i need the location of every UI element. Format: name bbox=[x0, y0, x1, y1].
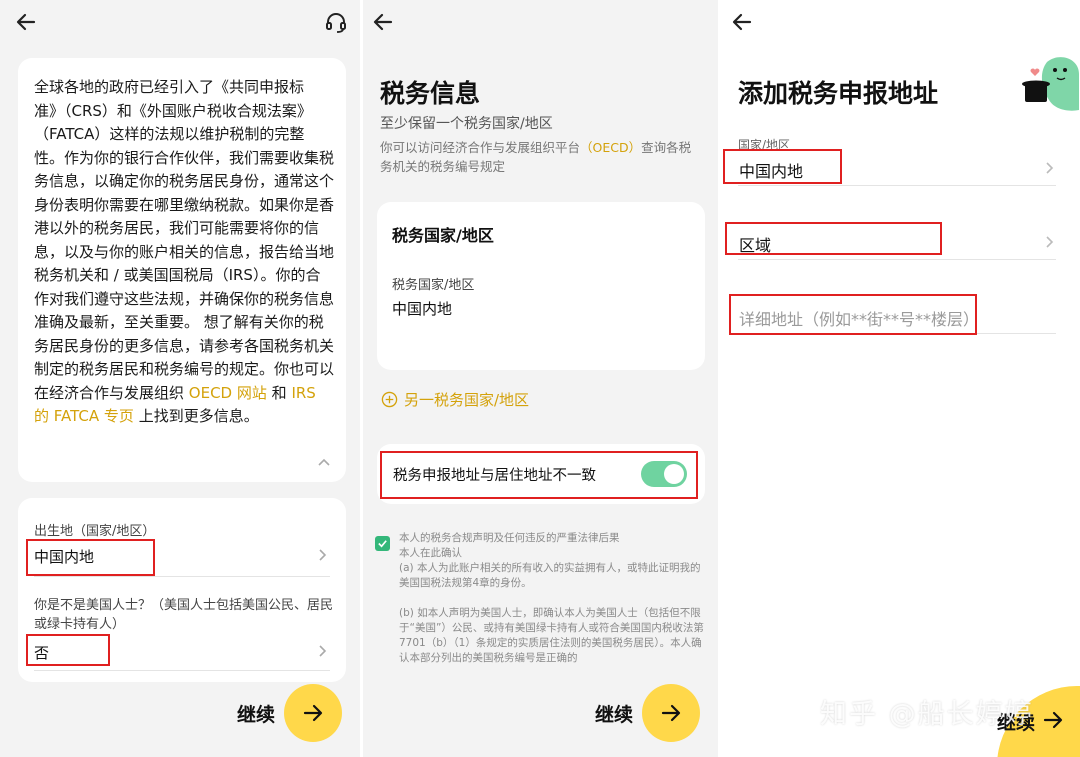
back-arrow-icon[interactable] bbox=[371, 10, 395, 34]
oecd-platform-link[interactable]: （OECD） bbox=[580, 140, 641, 155]
declaration-text: 本人的税务合规声明及任何违反的严重法律后果 本人在此确认 (a) 本人为此账户相… bbox=[399, 531, 707, 666]
continue-button[interactable] bbox=[284, 684, 342, 742]
page-title: 添加税务申报地址 bbox=[738, 79, 939, 108]
country-label: 国家/地区 bbox=[738, 138, 791, 152]
back-arrow-icon[interactable] bbox=[730, 10, 754, 34]
continue-label: 继续 bbox=[595, 704, 634, 726]
divider bbox=[738, 259, 1056, 260]
add-tax-country-button[interactable]: 另一税务国家/地区 bbox=[381, 389, 529, 410]
arrow-right-icon bbox=[1043, 711, 1063, 729]
address-toggle-card: 税务申报地址与居住地址不一致 bbox=[377, 444, 705, 504]
oecd-link[interactable]: OECD 网站 bbox=[189, 384, 267, 402]
add-tax-address-screen: 添加税务申报地址 国家/地区 中国内地 区域 详细地址（例如**街**号**楼层… bbox=[721, 0, 1080, 757]
plus-circle-icon bbox=[381, 391, 398, 408]
chevron-right-icon[interactable] bbox=[1043, 161, 1055, 175]
toggle-label: 税务申报地址与居住地址不一致 bbox=[393, 468, 596, 484]
page-title: 税务信息 bbox=[380, 79, 481, 108]
tax-info-paragraph: 全球各地的政府已经引入了《共同申报标准》（CRS）和《外国账户税收合规法案》（F… bbox=[34, 76, 334, 429]
chevron-up-icon[interactable] bbox=[316, 454, 332, 470]
us-person-label: 你是不是美国人士？（美国人士包括美国公民、居民或绿卡持有人） bbox=[34, 598, 334, 632]
continue-label: 继续 bbox=[237, 704, 276, 726]
chevron-right-icon[interactable] bbox=[316, 644, 328, 658]
country-value[interactable]: 中国内地 bbox=[739, 158, 803, 182]
address-mismatch-toggle[interactable] bbox=[641, 461, 687, 487]
arrow-right-icon bbox=[303, 704, 323, 722]
note-text: 你可以访问经济合作与发展组织平台 bbox=[380, 140, 581, 155]
declaration-line: (b) 如本人声明为美国人士，即确认本人为美国人士（包括但不限于“美国”）公民、… bbox=[399, 607, 704, 664]
back-arrow-icon[interactable] bbox=[14, 10, 38, 34]
tax-intro-screen: 全球各地的政府已经引入了《共同申报标准》（CRS）和《外国账户税收合规法案》（F… bbox=[0, 0, 360, 757]
declaration-checkbox[interactable] bbox=[375, 536, 390, 551]
customer-service-icon[interactable] bbox=[324, 10, 348, 34]
detail-address-input[interactable]: 详细地址（例如**街**号**楼层） bbox=[739, 306, 979, 330]
add-tax-country-label: 另一税务国家/地区 bbox=[404, 391, 530, 409]
divider bbox=[738, 333, 1056, 334]
birthplace-value[interactable]: 中国内地 bbox=[34, 546, 94, 567]
divider bbox=[738, 185, 1056, 186]
tax-info-screen: 税务信息 至少保留一个税务国家/地区 你可以访问经济合作与发展组织平台（OECD… bbox=[363, 0, 718, 757]
tax-country-label: 税务国家/地区 bbox=[392, 278, 475, 293]
oecd-note: 你可以访问经济合作与发展组织平台（OECD）查询各税务机关的税务编号规定 bbox=[380, 138, 695, 176]
birthplace-label: 出生地（国家/地区） bbox=[34, 524, 156, 539]
region-field[interactable]: 区域 bbox=[739, 232, 771, 256]
declaration-line: (a) 本人为此账户相关的所有收入的实益拥有人，或特此证明我的美国国税法规第4章… bbox=[399, 562, 701, 589]
continue-button[interactable] bbox=[642, 684, 700, 742]
declaration-spacer bbox=[399, 591, 707, 606]
tax-info-card: 全球各地的政府已经引入了《共同申报标准》（CRS）和《外国账户税收合规法案》（F… bbox=[18, 58, 346, 482]
mascot-illustration-icon bbox=[1022, 57, 1079, 111]
us-person-value[interactable]: 否 bbox=[34, 642, 49, 663]
chevron-right-icon[interactable] bbox=[316, 548, 328, 562]
page-subtitle: 至少保留一个税务国家/地区 bbox=[380, 116, 553, 132]
info-text: 全球各地的政府已经引入了《共同申报标准》（CRS）和《外国账户税收合规法案》（F… bbox=[34, 78, 335, 402]
tax-country-card: 税务国家/地区 税务国家/地区 中国内地 bbox=[377, 202, 705, 370]
info-text-end: 上找到更多信息。 bbox=[138, 407, 259, 425]
tax-country-value[interactable]: 中国内地 bbox=[392, 298, 452, 319]
toggle-knob bbox=[664, 464, 684, 484]
and-text: 和 bbox=[271, 383, 287, 402]
divider bbox=[34, 576, 330, 577]
declaration-line: 本人在此确认 bbox=[399, 547, 462, 559]
chevron-right-icon[interactable] bbox=[1043, 235, 1055, 249]
card-title: 税务国家/地区 bbox=[392, 226, 494, 245]
declaration-line: 本人的税务合规声明及任何违反的严重法律后果 bbox=[399, 532, 620, 544]
arrow-right-icon bbox=[661, 704, 681, 722]
identity-form-card: 出生地（国家/地区） 中国内地 你是不是美国人士？（美国人士包括美国公民、居民或… bbox=[18, 498, 346, 682]
check-icon bbox=[378, 540, 387, 548]
divider bbox=[34, 670, 330, 671]
watermark-text: 知乎 @船长婷婷 bbox=[820, 699, 1034, 730]
